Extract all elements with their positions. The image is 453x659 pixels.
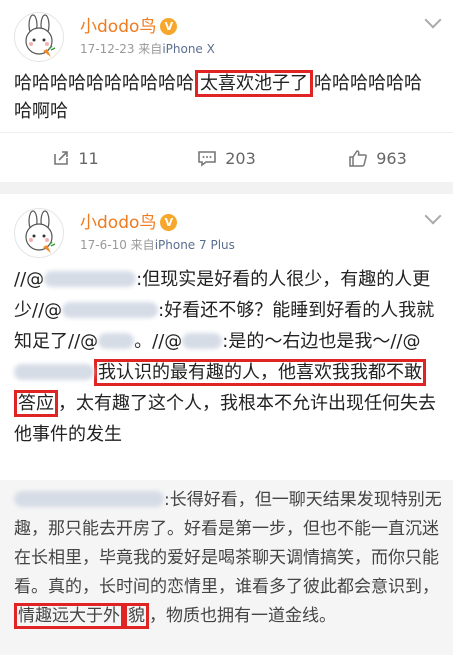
user-name[interactable]: 小dodo鸟 V	[80, 12, 178, 37]
post-text-part: ，太有趣了这个人，我根本不允许出现任何失去他事件的发生	[14, 393, 436, 445]
blurred-username	[98, 333, 135, 349]
post-text: //@:但现实是好看的人很少，有趣的人更少//@:好看还不够？能睡到好看的人我就…	[14, 264, 439, 450]
rabbit-avatar-icon	[25, 210, 56, 253]
chevron-down-icon[interactable]	[424, 207, 442, 225]
like-button[interactable]: 963	[302, 149, 453, 168]
action-bar: 11 203 963	[0, 140, 453, 176]
comment-button[interactable]: 203	[151, 149, 302, 168]
source-prefix: 来自	[130, 238, 155, 252]
post-text-part: //@	[14, 269, 45, 290]
repost-text: :长得好看，但一聊天结果发现特别无趣，那只能去开房了。好看是第一步，但也不能一直…	[14, 486, 442, 631]
post-meta: 17-6-10 来自iPhone 7 Plus	[80, 236, 235, 253]
repost-text-part: ，物质也拥有一道金线。	[149, 606, 336, 626]
user-name-text[interactable]: 小dodo鸟	[80, 17, 156, 37]
blurred-username	[14, 364, 94, 380]
highlighted-text: 太喜欢池子了	[195, 70, 313, 97]
post-separator	[0, 182, 453, 194]
repost-icon	[54, 151, 69, 165]
rabbit-avatar-icon	[25, 14, 56, 57]
thumbs-up-icon	[349, 150, 368, 167]
chevron-down-icon[interactable]	[424, 11, 442, 29]
blurred-username	[14, 491, 164, 507]
weibo-post-1: 小dodo鸟 V 17-12-23 来自iPhone X 哈哈哈哈哈哈哈哈哈哈 太喜…	[0, 0, 453, 182]
post-text-part: :是的～右边也是我～//@	[222, 331, 421, 352]
post-device[interactable]: iPhone 7 Plus	[155, 238, 235, 252]
source-prefix: 来自	[138, 42, 163, 56]
post-device[interactable]: iPhone X	[162, 42, 215, 56]
post-date: 17-6-10	[80, 238, 127, 252]
user-name[interactable]: 小dodo鸟 V	[80, 208, 178, 233]
post-date: 17-12-23	[80, 42, 135, 56]
vip-badge-icon: V	[160, 18, 178, 35]
blurred-username	[44, 271, 137, 287]
user-avatar[interactable]	[14, 208, 64, 258]
comment-count: 203	[225, 148, 256, 168]
highlighted-text: 情趣远大于外	[14, 603, 124, 629]
highlighted-text: 貌	[124, 603, 149, 629]
repost-count: 11	[78, 148, 99, 168]
blurred-username	[182, 333, 223, 349]
post-meta: 17-12-23 来自iPhone X	[80, 40, 215, 57]
repost-button[interactable]: 11	[0, 149, 151, 168]
user-name-text[interactable]: 小dodo鸟	[80, 213, 156, 233]
user-avatar[interactable]	[14, 12, 64, 62]
post-text-part: 。//@	[134, 331, 183, 352]
like-count: 963	[376, 148, 407, 168]
divider	[0, 132, 453, 133]
highlighted-text: 答应	[14, 390, 58, 417]
blurred-username	[62, 302, 159, 318]
vip-badge-icon: V	[160, 214, 178, 231]
post-text-part: 哈哈哈哈哈哈哈哈哈哈	[14, 73, 194, 94]
highlighted-text: 我认识的最有趣的人，他喜欢我我都不敢	[94, 359, 426, 386]
repost-block[interactable]: :长得好看，但一聊天结果发现特别无趣，那只能去开房了。好看是第一步，但也不能一直…	[0, 480, 453, 655]
comment-icon	[198, 151, 217, 167]
post-text: 哈哈哈哈哈哈哈哈哈哈 太喜欢池子了 哈哈哈哈哈哈哈啊哈	[14, 70, 439, 126]
